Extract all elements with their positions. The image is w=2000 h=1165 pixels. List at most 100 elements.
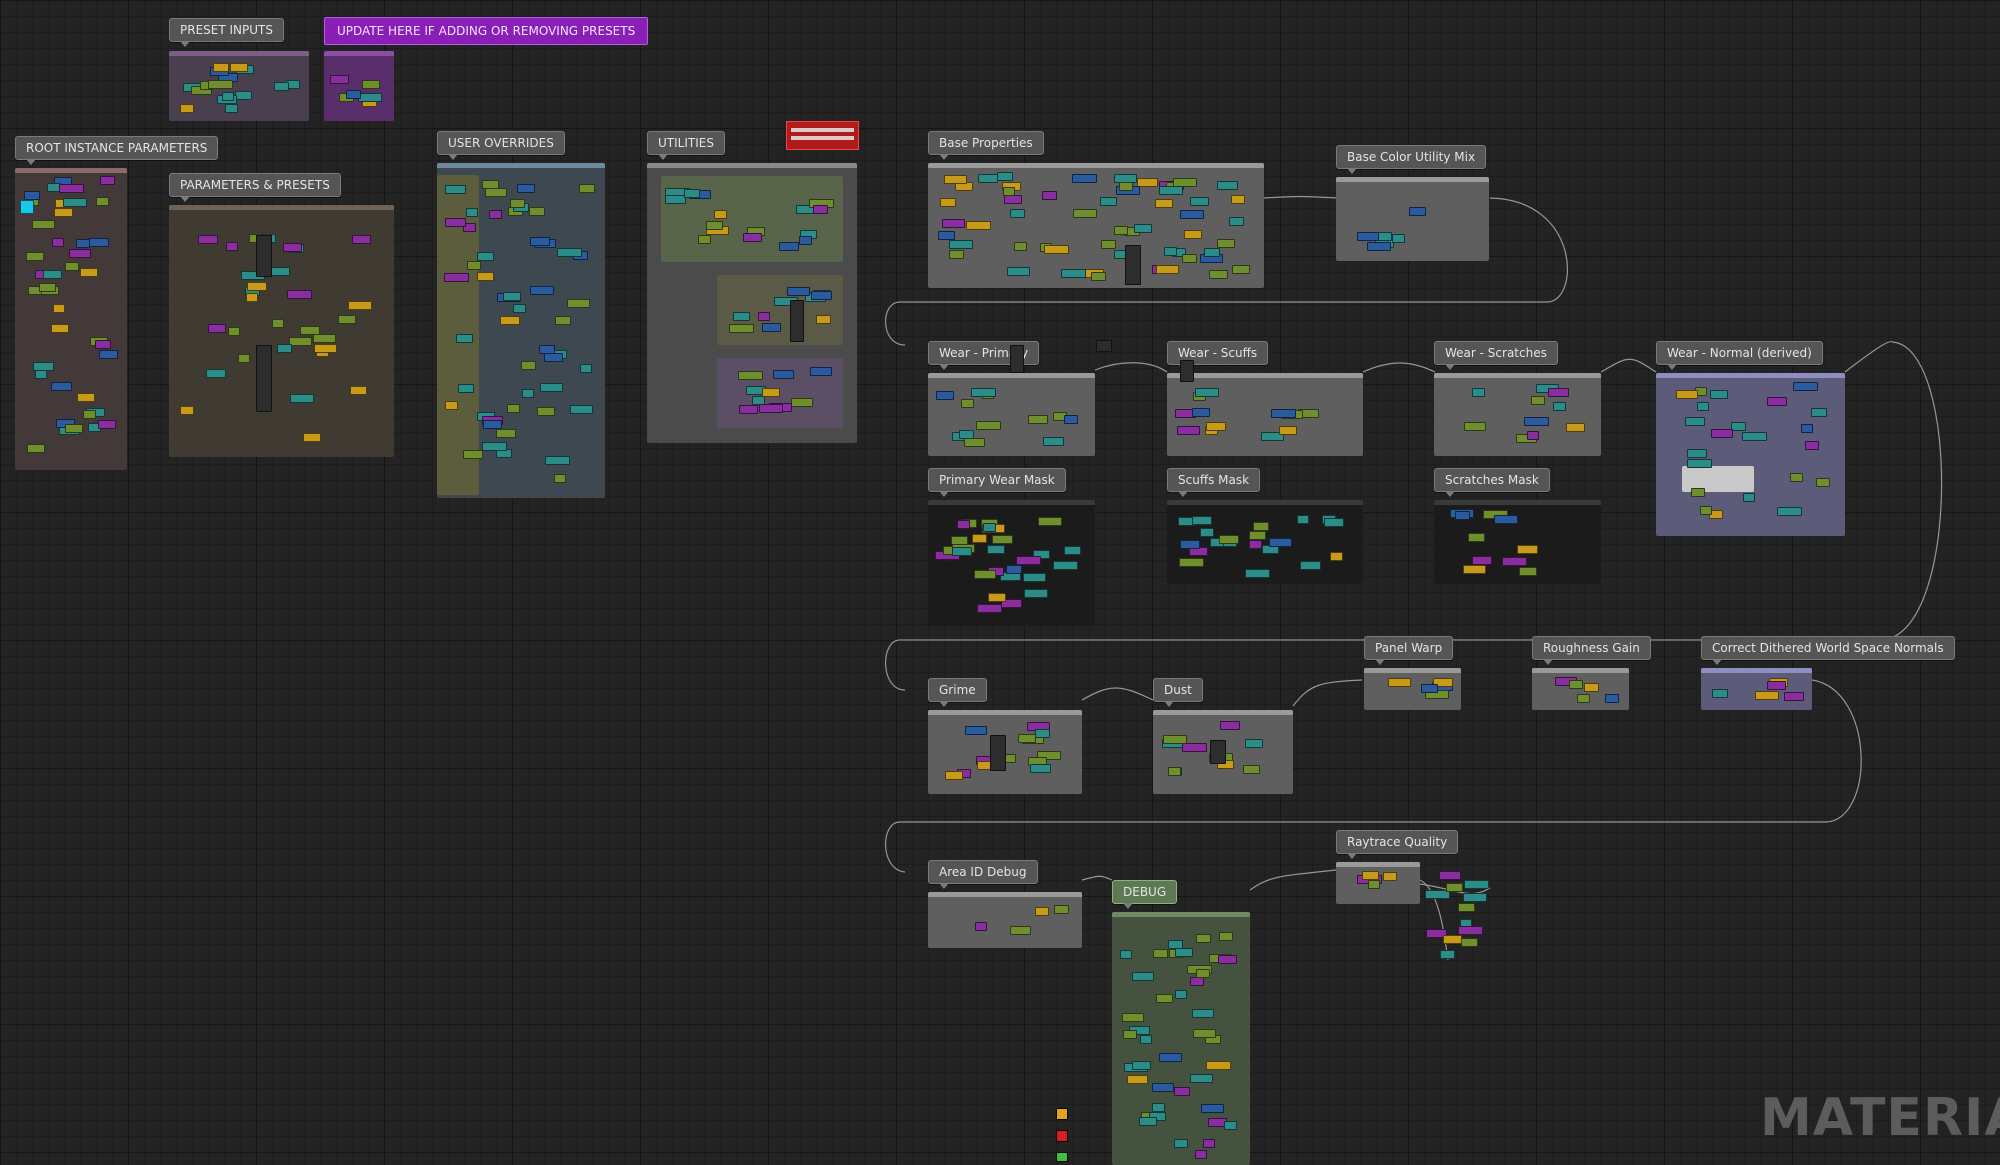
label-correct-dithered-world-space-normals[interactable]: Correct Dithered World Space Normals xyxy=(1701,636,1955,665)
material-node[interactable] xyxy=(1687,449,1707,458)
material-node[interactable] xyxy=(1743,493,1755,502)
material-node[interactable] xyxy=(277,344,292,353)
material-node[interactable] xyxy=(225,104,238,113)
material-node[interactable] xyxy=(1790,473,1803,482)
material-node[interactable] xyxy=(1531,396,1545,405)
material-node[interactable] xyxy=(1553,402,1566,411)
material-node[interactable] xyxy=(1206,422,1226,431)
material-node[interactable] xyxy=(456,334,473,343)
material-node[interactable] xyxy=(1243,765,1260,774)
material-node[interactable] xyxy=(739,405,758,414)
color-swatch-green[interactable] xyxy=(1056,1152,1068,1162)
color-swatch-red[interactable] xyxy=(1056,1130,1068,1142)
label-scratches-mask[interactable]: Scratches Mask xyxy=(1434,468,1550,497)
material-node[interactable] xyxy=(714,210,727,219)
material-node[interactable] xyxy=(1297,515,1309,524)
material-node[interactable] xyxy=(1229,217,1244,226)
material-node[interactable] xyxy=(1201,1104,1224,1113)
material-node[interactable] xyxy=(529,207,545,216)
material-node[interactable] xyxy=(1155,199,1173,208)
material-node[interactable] xyxy=(1139,1117,1157,1126)
comment-update-presets[interactable] xyxy=(324,51,394,121)
material-node[interactable] xyxy=(738,371,763,380)
update-presets-banner[interactable]: UPDATE HERE IF ADDING OR REMOVING PRESET… xyxy=(324,17,649,45)
material-node[interactable] xyxy=(1367,242,1391,251)
material-node[interactable] xyxy=(1279,426,1297,435)
material-node[interactable] xyxy=(1249,540,1262,549)
material-node[interactable] xyxy=(33,362,54,371)
material-node[interactable] xyxy=(1811,408,1827,417)
material-node[interactable] xyxy=(1388,678,1411,687)
material-node[interactable] xyxy=(1192,1009,1214,1018)
material-node[interactable] xyxy=(303,433,321,442)
material-node[interactable] xyxy=(1584,683,1599,692)
material-node[interactable] xyxy=(1461,938,1478,947)
material-node[interactable] xyxy=(811,291,832,300)
material-node[interactable] xyxy=(567,299,590,308)
material-node[interactable] xyxy=(1577,694,1590,703)
material-node[interactable] xyxy=(1053,561,1078,570)
material-node[interactable] xyxy=(1156,994,1173,1003)
material-node[interactable] xyxy=(1219,932,1233,941)
material-node[interactable] xyxy=(1174,1087,1190,1096)
material-node[interactable] xyxy=(799,236,812,245)
material-node[interactable] xyxy=(1368,880,1380,889)
material-node[interactable] xyxy=(1494,515,1518,524)
label-primary-wear-mask[interactable]: Primary Wear Mask xyxy=(928,468,1066,497)
material-node[interactable] xyxy=(445,185,466,194)
material-node[interactable] xyxy=(1168,767,1181,776)
material-node[interactable] xyxy=(1220,721,1240,730)
material-node[interactable] xyxy=(949,250,964,259)
material-node[interactable] xyxy=(463,450,483,459)
material-node[interactable] xyxy=(992,535,1013,544)
material-node[interactable] xyxy=(26,252,44,261)
material-node[interactable] xyxy=(791,398,813,407)
material-node[interactable] xyxy=(1004,195,1022,204)
material-node[interactable] xyxy=(485,188,507,197)
material-node[interactable] xyxy=(1179,558,1204,567)
material-node[interactable] xyxy=(1458,903,1475,912)
material-node[interactable] xyxy=(1458,926,1483,935)
material-node[interactable] xyxy=(180,406,194,415)
material-node[interactable] xyxy=(976,421,1001,430)
material-node[interactable] xyxy=(496,429,516,438)
material-node[interactable] xyxy=(350,386,367,395)
material-node[interactable] xyxy=(54,208,73,217)
material-node[interactable] xyxy=(698,235,711,244)
material-node[interactable] xyxy=(983,523,996,532)
material-node[interactable] xyxy=(517,184,535,193)
material-node[interactable] xyxy=(1196,934,1211,943)
material-node[interactable] xyxy=(300,326,320,335)
material-node[interactable] xyxy=(1044,245,1069,254)
material-node[interactable] xyxy=(1463,565,1486,574)
material-node[interactable] xyxy=(1123,1030,1137,1039)
material-node[interactable] xyxy=(1269,538,1292,547)
material-node[interactable] xyxy=(208,324,226,333)
material-node[interactable] xyxy=(762,323,781,332)
material-node[interactable] xyxy=(971,388,996,397)
material-node[interactable] xyxy=(957,520,970,529)
material-node[interactable] xyxy=(938,231,955,240)
label-base-color-utility-mix[interactable]: Base Color Utility Mix xyxy=(1336,145,1487,174)
label-scuffs-mask[interactable]: Scuffs Mask xyxy=(1167,468,1261,497)
function-node[interactable] xyxy=(1125,245,1141,285)
material-node[interactable] xyxy=(272,319,284,328)
material-node[interactable] xyxy=(100,176,115,185)
material-node[interactable] xyxy=(32,220,55,229)
comment-base-color-utility-mix[interactable] xyxy=(1336,177,1489,261)
material-node[interactable] xyxy=(537,407,555,416)
material-node[interactable] xyxy=(522,389,534,398)
material-node[interactable] xyxy=(1175,948,1193,957)
material-node[interactable] xyxy=(1184,230,1202,239)
comment-roughness-gain[interactable] xyxy=(1532,668,1629,710)
material-node[interactable] xyxy=(1245,739,1263,748)
material-node[interactable] xyxy=(208,80,233,89)
material-node[interactable] xyxy=(1100,197,1117,206)
material-node[interactable] xyxy=(974,570,996,579)
label-grime[interactable]: Grime xyxy=(928,678,987,707)
material-node[interactable] xyxy=(1180,210,1204,219)
material-node[interactable] xyxy=(96,197,109,206)
material-node[interactable] xyxy=(1691,488,1705,497)
material-node[interactable] xyxy=(51,324,69,333)
material-node[interactable] xyxy=(530,237,550,246)
